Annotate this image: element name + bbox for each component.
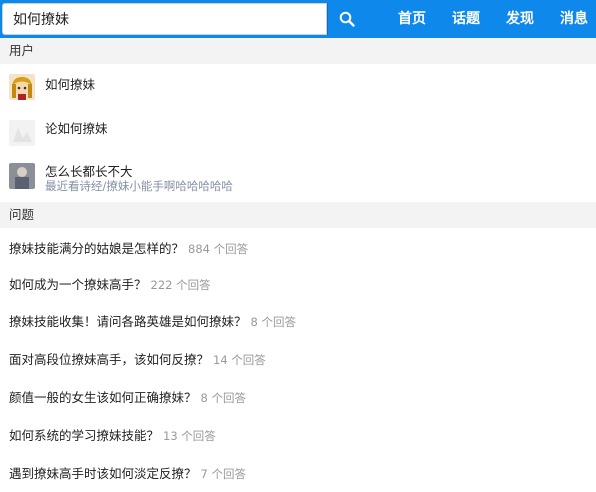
search-icon — [339, 11, 355, 27]
answer-count: 7 个回答 — [200, 467, 246, 481]
question-title: 如何成为一个撩妹高手？ — [9, 277, 147, 292]
user-description: 最近看诗经/撩妹小能手啊哈哈哈哈哈 — [45, 179, 233, 193]
question-title: 遇到撩妹高手时该如何淡定反撩？ — [9, 466, 197, 481]
answer-count: 8 个回答 — [200, 391, 246, 405]
question-suggestion[interactable]: 如何成为一个撩妹高手？ 222 个回答 — [0, 264, 596, 300]
nav-messages[interactable]: 消息 — [560, 0, 588, 38]
answer-count: 8 个回答 — [250, 315, 296, 329]
question-title: 如何系统的学习撩妹技能？ — [9, 428, 160, 443]
question-suggestion[interactable]: 遇到撩妹高手时该如何淡定反撩？ 7 个回答 — [0, 453, 596, 489]
user-name: 论如何撩妹 — [45, 121, 108, 136]
users-section-header: 用户 — [0, 38, 596, 64]
question-suggestion[interactable]: 颜值一般的女生该如何正确撩妹？ 8 个回答 — [0, 377, 596, 413]
nav-topics[interactable]: 话题 — [452, 0, 480, 38]
avatar — [9, 74, 35, 100]
question-suggestion[interactable]: 撩妹技能收集！请问各路英雄是如何撩妹？ 8 个回答 — [0, 301, 596, 337]
question-suggestion[interactable]: 面对高段位撩妹高手，该如何反撩？ 14 个回答 — [0, 339, 596, 375]
user-suggestion[interactable]: 如何撩妹 — [0, 64, 596, 110]
answer-count: 884 个回答 — [188, 242, 249, 256]
avatar — [9, 120, 35, 146]
user-name: 如何撩妹 — [45, 77, 96, 92]
question-title: 撩妹技能收集！请问各路英雄是如何撩妹？ — [9, 314, 247, 329]
user-suggestion[interactable]: 怎么长都长不大 最近看诗经/撩妹小能手啊哈哈哈哈哈 — [0, 156, 596, 202]
top-bar: 首页 话题 发现 消息 — [0, 0, 596, 38]
question-suggestion[interactable]: 撩妹技能满分的姑娘是怎样的？ 884 个回答 — [0, 228, 596, 264]
answer-count: 13 个回答 — [163, 429, 216, 443]
answer-count: 222 个回答 — [150, 278, 211, 292]
search-button[interactable] — [327, 3, 365, 35]
user-suggestion[interactable]: 论如何撩妹 — [0, 110, 596, 156]
search-box[interactable] — [2, 3, 327, 35]
question-title: 颜值一般的女生该如何正确撩妹？ — [9, 390, 197, 405]
question-title: 面对高段位撩妹高手，该如何反撩？ — [9, 352, 210, 367]
nav-explore[interactable]: 发现 — [506, 0, 534, 38]
search-suggestions: 用户 如何撩妹 论如何撩妹 怎么长都长不大 最近看诗经/撩妹小能手啊哈哈哈哈哈 … — [0, 38, 596, 492]
question-title: 撩妹技能满分的姑娘是怎样的？ — [9, 241, 185, 256]
nav-home[interactable]: 首页 — [398, 0, 426, 38]
search-input[interactable] — [3, 4, 326, 34]
questions-section-header: 问题 — [0, 202, 596, 228]
question-suggestion[interactable]: 如何系统的学习撩妹技能？ 13 个回答 — [0, 415, 596, 451]
avatar — [9, 163, 35, 189]
answer-count: 14 个回答 — [213, 353, 266, 367]
